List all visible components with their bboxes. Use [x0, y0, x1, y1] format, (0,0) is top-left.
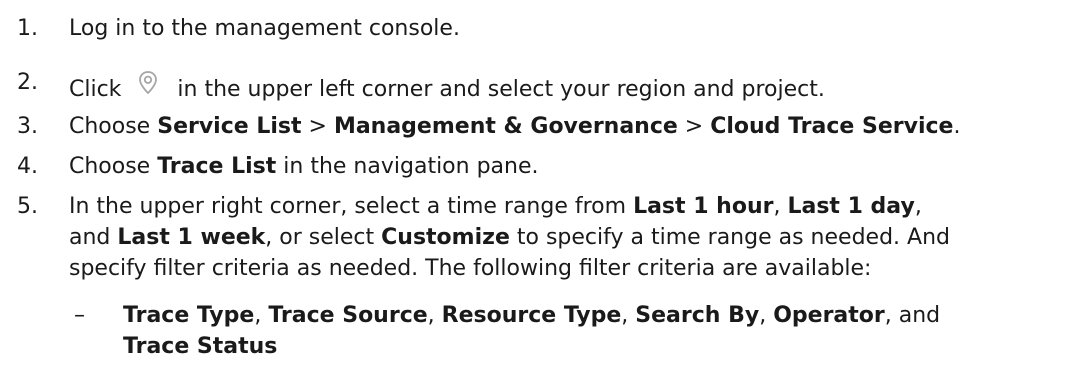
- step-text: Click in the upper left corner and selec…: [69, 68, 1069, 105]
- text-run: , and: [884, 303, 941, 328]
- ui-term: Trace Type: [123, 303, 255, 328]
- text-run: and: [69, 225, 118, 250]
- location-pin-icon: [133, 68, 163, 98]
- text-run: ,: [254, 303, 269, 328]
- ui-term: Customize: [381, 225, 510, 250]
- ui-term: Search By: [635, 303, 760, 328]
- text-run: in the navigation pane.: [276, 154, 539, 179]
- text-run: , or select: [265, 225, 382, 250]
- ui-term: Service List: [157, 114, 302, 139]
- text-run: Log in to the management console.: [69, 16, 460, 41]
- step-text-line-2: and Last 1 week, or select Customize to …: [69, 223, 1069, 253]
- ui-term: Last 1 week: [117, 225, 266, 250]
- step-number: 2.: [17, 70, 38, 95]
- ui-term: Cloud Trace Service: [710, 114, 954, 139]
- sub-item-line-1: Trace Type, Trace Source, Resource Type,…: [123, 301, 940, 331]
- text-run: Click: [69, 77, 129, 102]
- ui-term: Last 1 hour: [633, 194, 774, 219]
- step-number: 1.: [17, 16, 38, 41]
- ui-term: Last 1 day: [787, 194, 915, 219]
- text-run: ,: [914, 194, 922, 219]
- text-run: >: [301, 114, 334, 139]
- text-run: ,: [759, 303, 774, 328]
- text-run: >: [677, 114, 711, 139]
- step-text-line-3: specify filter criteria as needed. The f…: [69, 254, 1069, 284]
- ui-term: Trace Status: [123, 334, 278, 359]
- ui-term: Trace List: [157, 154, 277, 179]
- text-run: specify filter criteria as needed. The f…: [69, 256, 872, 281]
- step-number: 4.: [17, 154, 38, 179]
- step-number: 5.: [17, 194, 38, 219]
- step-number: 3.: [17, 114, 38, 139]
- step-text: Log in to the management console.: [69, 14, 1069, 44]
- text-run: In the upper right corner, select a time…: [69, 194, 634, 219]
- text-run: ,: [773, 194, 788, 219]
- text-run: .: [953, 114, 961, 139]
- ui-term: Management & Governance: [333, 114, 678, 139]
- text-run: ,: [427, 303, 442, 328]
- dash-bullet: –: [74, 303, 85, 328]
- step-text: Choose Service List > Management & Gover…: [69, 112, 1069, 142]
- text-run: to specify a time range as needed. And: [509, 225, 950, 250]
- ui-term: Trace Source: [268, 303, 428, 328]
- text-run: in the upper left corner and select your…: [170, 77, 825, 102]
- step-text-line-1: In the upper right corner, select a time…: [69, 192, 1069, 222]
- ui-term: Resource Type: [441, 303, 622, 328]
- ui-term: Operator: [773, 303, 885, 328]
- text-run: ,: [621, 303, 636, 328]
- text-run: Choose: [69, 154, 158, 179]
- step-text: Choose Trace List in the navigation pane…: [69, 152, 1069, 182]
- sub-item-line-2: Trace Status: [123, 332, 277, 362]
- text-run: Choose: [69, 114, 158, 139]
